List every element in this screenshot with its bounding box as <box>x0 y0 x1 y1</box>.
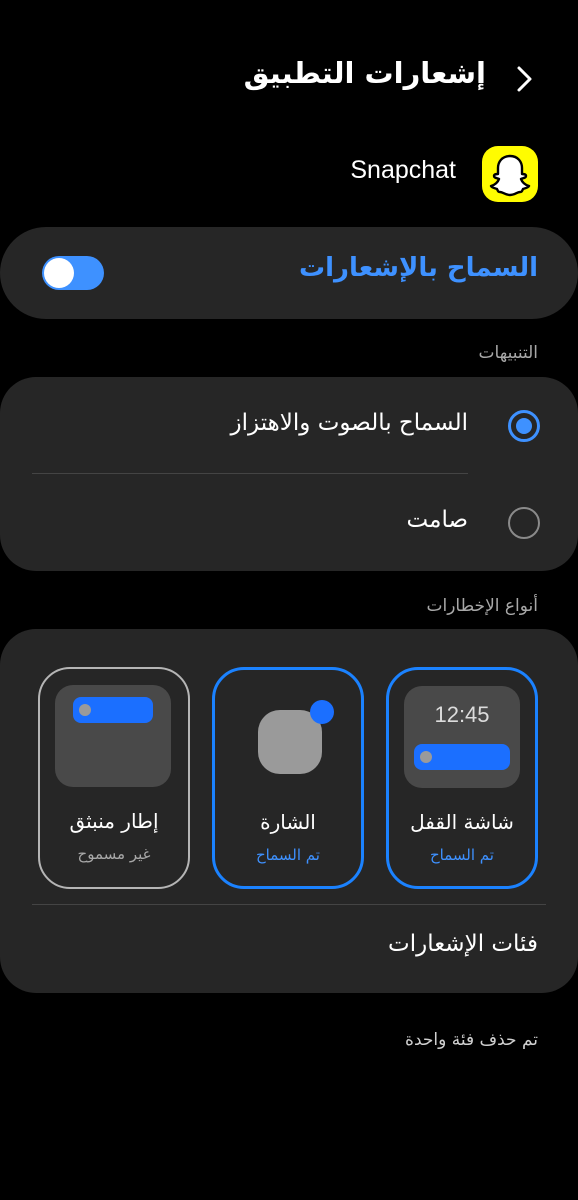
popup-preview-icon <box>55 685 171 787</box>
alert-option-label: صامت <box>406 507 468 533</box>
popup-bar-icon <box>73 697 153 723</box>
allow-notifications-label: السماح بالإشعارات <box>298 253 538 283</box>
badge-preview-icon <box>230 686 346 788</box>
alerts-section-label: التنبيهات <box>478 343 538 363</box>
tile-name: شاشة القفل <box>410 810 514 834</box>
tile-popup[interactable]: إطار منبثق غير مسموح <box>38 667 190 889</box>
app-name: Snapchat <box>350 156 456 184</box>
preview-time: 12:45 <box>434 702 490 727</box>
radio-unselected-icon[interactable] <box>508 507 540 539</box>
radio-selected-icon[interactable] <box>508 410 540 442</box>
tile-badge[interactable]: الشارة تم السماح <box>212 667 364 889</box>
tile-name: الشارة <box>260 810 316 834</box>
tile-status: غير مسموح <box>77 845 151 863</box>
alert-types-section-label: أنواع الإخطارات <box>426 596 539 616</box>
deleted-categories-note: تم حذف فئة واحدة <box>405 1030 538 1050</box>
lock-screen-preview-icon: 12:45 <box>404 686 520 788</box>
alert-option-sound-vibrate[interactable]: السماح بالصوت والاهتزاز <box>0 386 578 466</box>
tile-status: تم السماح <box>256 846 320 864</box>
snapchat-ghost-icon <box>482 146 538 202</box>
allow-notifications-toggle[interactable] <box>42 256 104 290</box>
app-bar: إشعارات التطبيق <box>0 52 578 104</box>
tile-status: تم السماح <box>430 846 494 864</box>
badge-dot-icon <box>310 700 334 724</box>
tile-lock-screen[interactable]: 12:45 شاشة القفل تم السماح <box>386 667 538 889</box>
alert-types-card: 12:45 شاشة القفل تم السماح الشارة تم الس… <box>0 629 578 993</box>
tile-name: إطار منبثق <box>69 809 159 833</box>
notification-categories-link[interactable]: فئات الإشعارات <box>388 931 538 957</box>
divider <box>32 473 468 474</box>
toggle-knob <box>44 258 74 288</box>
allow-notifications-row[interactable]: السماح بالإشعارات <box>0 227 578 319</box>
alert-option-label: السماح بالصوت والاهتزاز <box>230 410 468 436</box>
page-title: إشعارات التطبيق <box>243 56 486 90</box>
alert-option-silent[interactable]: صامت <box>0 483 578 563</box>
notification-bar-icon <box>414 744 510 770</box>
chevron-back-icon[interactable] <box>510 64 538 94</box>
alerts-card: السماح بالصوت والاهتزاز صامت <box>0 377 578 571</box>
divider <box>32 904 546 905</box>
